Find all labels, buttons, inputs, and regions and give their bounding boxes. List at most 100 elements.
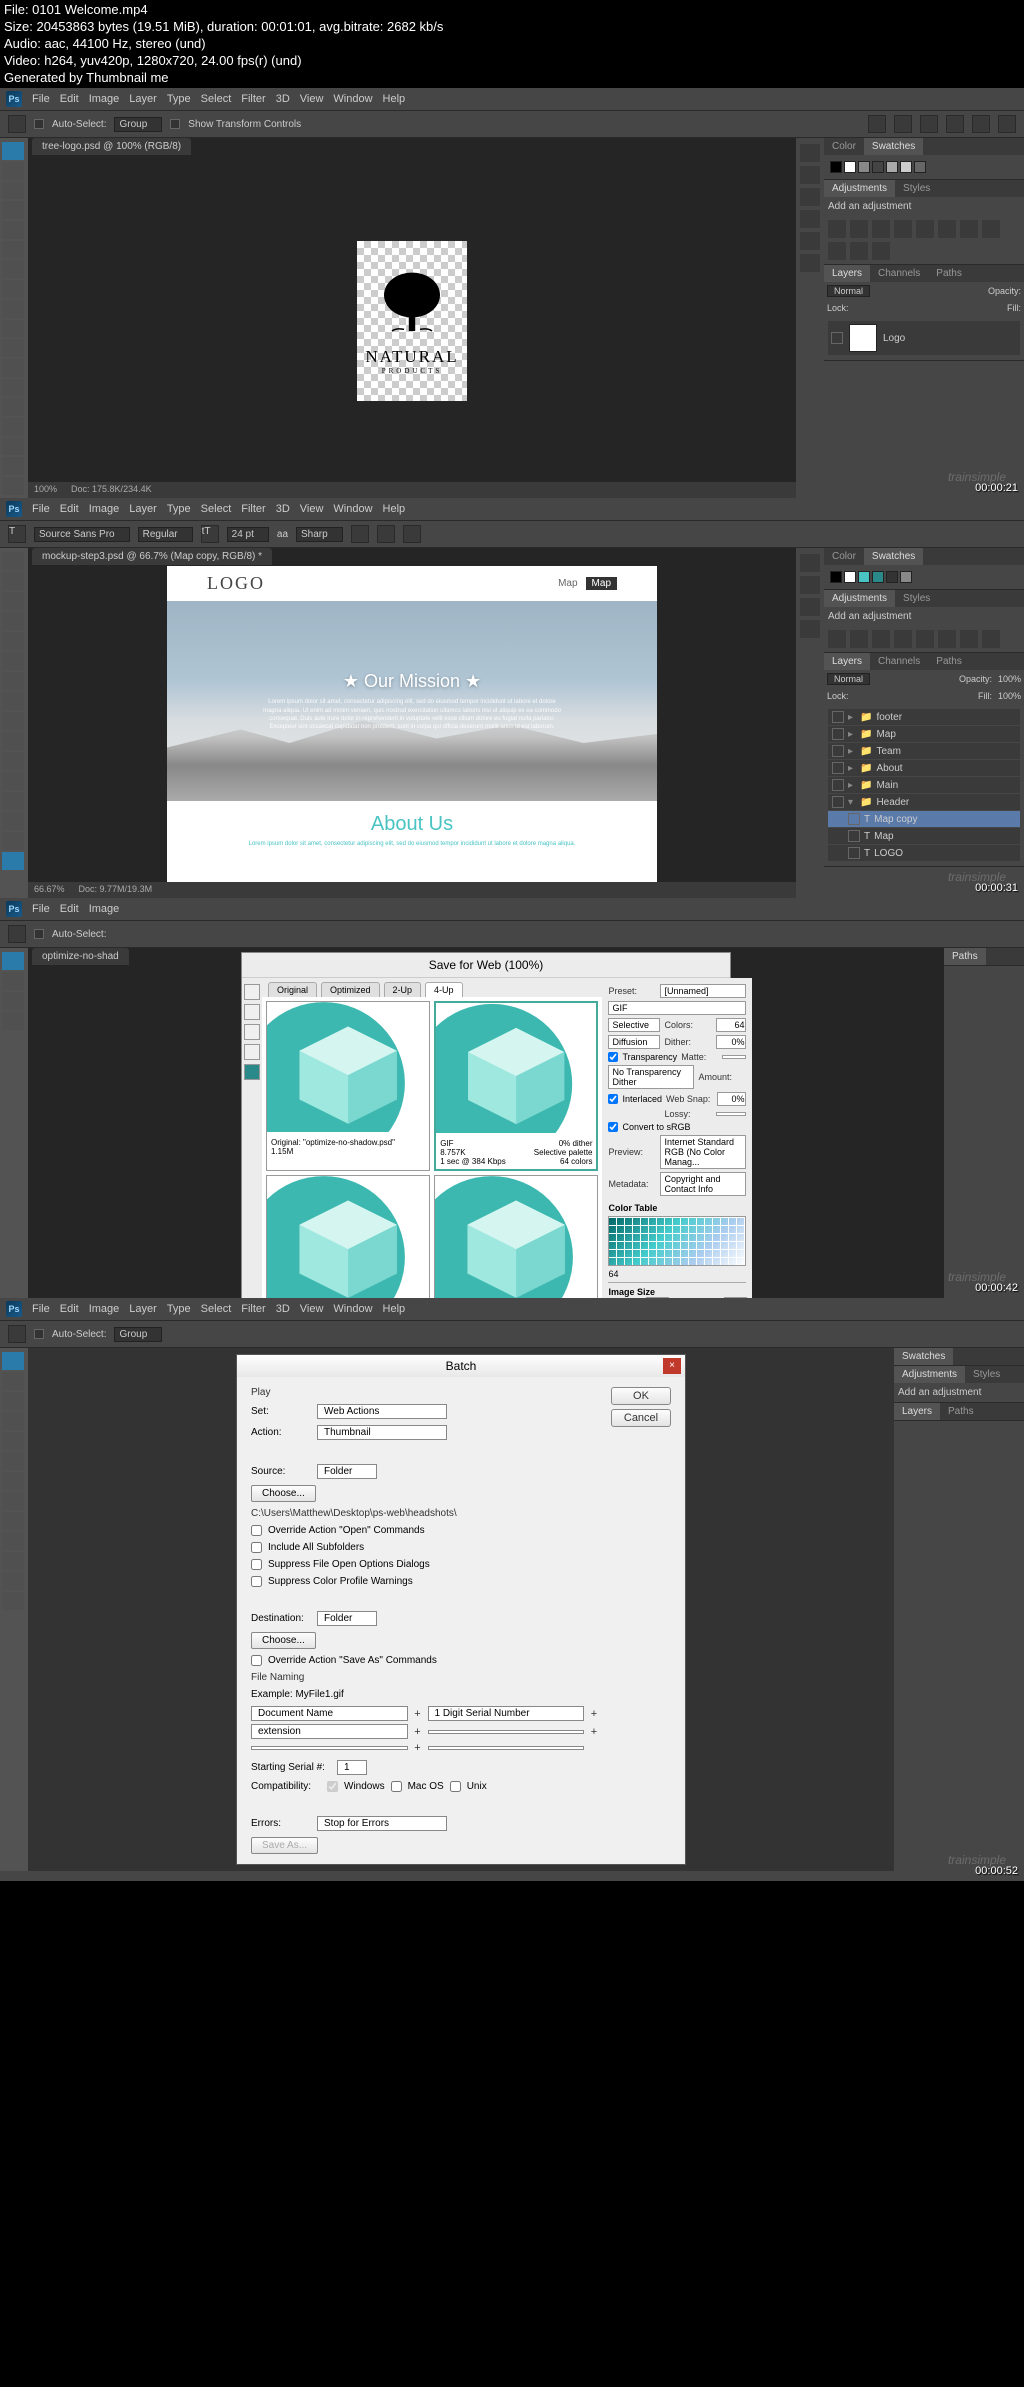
menu-type[interactable]: Type — [167, 93, 191, 105]
errors-select[interactable]: Stop for Errors — [317, 1816, 447, 1831]
action-select[interactable]: Thumbnail — [317, 1425, 447, 1440]
crop-tool[interactable] — [2, 632, 24, 650]
adj-icon[interactable] — [916, 630, 934, 648]
menu-edit[interactable]: Edit — [60, 903, 79, 915]
menu-edit[interactable]: Edit — [60, 503, 79, 515]
levels-icon[interactable] — [850, 220, 868, 238]
brush-tool[interactable] — [2, 280, 24, 298]
layer-row[interactable]: Logo — [828, 321, 1020, 355]
antialiasing[interactable]: Sharp — [296, 527, 343, 542]
panel-icon[interactable] — [800, 210, 820, 228]
fill-value[interactable]: 100% — [998, 691, 1021, 701]
adj-icon[interactable] — [894, 630, 912, 648]
heal-tool[interactable] — [2, 672, 24, 690]
align-icon[interactable] — [894, 115, 912, 133]
lasso-tool[interactable] — [2, 182, 24, 200]
dodge-tool[interactable] — [2, 812, 24, 830]
stamp-tool[interactable] — [2, 300, 24, 318]
layer-text-selected[interactable]: T Map copy — [828, 811, 1020, 827]
adjustments-tab[interactable]: Adjustments — [824, 180, 895, 197]
vibrance-icon[interactable] — [916, 220, 934, 238]
preview-original[interactable]: Original: "optimize-no-shadow.psd"1.15M — [266, 1001, 430, 1171]
autoselect-group[interactable]: Group — [114, 1327, 162, 1342]
visibility-icon[interactable] — [832, 796, 844, 808]
shape-tool[interactable] — [2, 477, 24, 495]
menu-type[interactable]: Type — [167, 1303, 191, 1315]
menu-edit[interactable]: Edit — [60, 93, 79, 105]
swatch[interactable] — [886, 161, 898, 173]
document-tab[interactable]: mockup-step3.psd @ 66.7% (Map copy, RGB/… — [32, 548, 272, 565]
channels-tab[interactable]: Channels — [870, 265, 928, 282]
choose-dest-button[interactable]: Choose... — [251, 1632, 316, 1649]
swatch[interactable] — [914, 161, 926, 173]
menu-file[interactable]: File — [32, 903, 50, 915]
panel-icon[interactable] — [800, 254, 820, 272]
menu-file[interactable]: File — [32, 503, 50, 515]
menu-layer[interactable]: Layer — [129, 1303, 157, 1315]
swatch[interactable] — [858, 571, 870, 583]
menu-3d[interactable]: 3D — [276, 1303, 290, 1315]
visibility-icon[interactable] — [848, 830, 860, 842]
bw-icon[interactable] — [982, 220, 1000, 238]
eyedropper-tool[interactable] — [2, 1452, 24, 1470]
adj-icon[interactable] — [960, 630, 978, 648]
move-tool[interactable] — [2, 142, 24, 160]
type-tool[interactable] — [2, 1592, 24, 1610]
heal-tool[interactable] — [2, 1472, 24, 1490]
eyedropper-tool[interactable] — [2, 241, 24, 259]
menu-view[interactable]: View — [300, 503, 324, 515]
brush-tool[interactable] — [2, 1492, 24, 1510]
stamp-tool[interactable] — [2, 712, 24, 730]
suppress-color-checkbox[interactable] — [251, 1576, 262, 1587]
styles-tab[interactable]: Styles — [965, 1366, 1008, 1383]
menu-layer[interactable]: Layer — [129, 93, 157, 105]
naming-field-4[interactable] — [428, 1730, 585, 1734]
lasso-tool[interactable] — [2, 992, 24, 1010]
dither-value[interactable]: 0% — [716, 1035, 746, 1049]
swatch[interactable] — [872, 161, 884, 173]
panel-icon[interactable] — [800, 166, 820, 184]
type-tool[interactable] — [2, 438, 24, 456]
panel-icon[interactable] — [800, 620, 820, 638]
move-tool[interactable] — [2, 1352, 24, 1370]
photofilter-icon[interactable] — [828, 242, 846, 260]
layer-text[interactable]: T Map — [828, 828, 1020, 844]
menu-select[interactable]: Select — [201, 93, 232, 105]
layers-tab[interactable]: Layers — [824, 653, 870, 670]
gradient-tool[interactable] — [2, 772, 24, 790]
paths-tab[interactable]: Paths — [928, 265, 970, 282]
font-size[interactable]: 24 pt — [227, 527, 269, 542]
layers-tab[interactable]: Layers — [824, 265, 870, 282]
zoom-display[interactable]: 100% — [34, 484, 57, 496]
format-select[interactable]: GIF — [608, 1001, 746, 1015]
swatch[interactable] — [844, 571, 856, 583]
heal-tool[interactable] — [2, 260, 24, 278]
font-family[interactable]: Source Sans Pro — [34, 527, 130, 542]
tab-4up[interactable]: 4-Up — [425, 982, 463, 997]
layer-folder[interactable]: ▸📁 Main — [828, 777, 1020, 793]
naming-field-3[interactable]: extension — [251, 1724, 408, 1739]
pen-tool[interactable] — [2, 832, 24, 850]
color-tab[interactable]: Color — [824, 548, 864, 565]
set-select[interactable]: Web Actions — [317, 1404, 447, 1419]
align-right-icon[interactable] — [403, 525, 421, 543]
ok-button[interactable]: OK — [611, 1387, 671, 1405]
preview-gif[interactable]: GIF8.757K1 sec @ 384 Kbps0% dither Selec… — [434, 1001, 598, 1171]
menu-window[interactable]: Window — [333, 93, 372, 105]
menu-3d[interactable]: 3D — [276, 503, 290, 515]
visibility-icon[interactable] — [848, 847, 860, 859]
adj-icon[interactable] — [982, 630, 1000, 648]
naming-field-1[interactable]: Document Name — [251, 1706, 408, 1721]
document-tab[interactable]: tree-logo.psd @ 100% (RGB/8) — [32, 138, 191, 155]
menu-layer[interactable]: Layer — [129, 503, 157, 515]
panel-icon[interactable] — [800, 554, 820, 572]
preset-select[interactable]: [Unnamed] — [660, 984, 746, 998]
adjustments-tab[interactable]: Adjustments — [894, 1366, 965, 1383]
menu-help[interactable]: Help — [383, 503, 406, 515]
close-icon[interactable]: × — [663, 1358, 681, 1374]
visibility-icon[interactable] — [832, 728, 844, 740]
type-tool[interactable] — [2, 852, 24, 870]
autoselect-checkbox[interactable] — [34, 929, 44, 939]
layer-text[interactable]: T LOGO — [828, 845, 1020, 861]
matte-value[interactable] — [722, 1055, 746, 1059]
